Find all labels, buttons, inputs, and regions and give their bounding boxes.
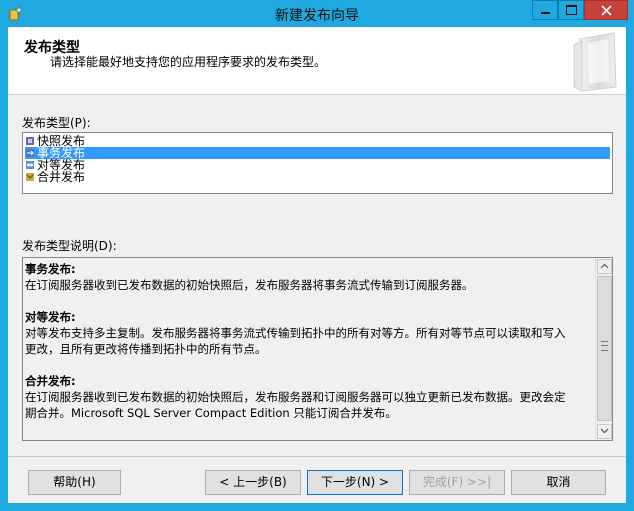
description-label: 发布类型说明(D): xyxy=(22,239,117,253)
cancel-button[interactable]: 取消 xyxy=(511,470,606,495)
section-line: 对等发布支持多主复制。发布服务器将事务流式传输到拓扑中的所有对等方。所有对等节点… xyxy=(25,326,566,340)
chevron-down-icon xyxy=(600,428,609,434)
description-text: 事务发布: 在订阅服务器收到已发布数据的初始快照后，发布服务器将事务流式传输到订… xyxy=(25,261,590,421)
section-heading: 对等发布: xyxy=(25,310,76,324)
publication-type-list[interactable]: 快照发布 事务发布 对等发布 合并发布 xyxy=(22,132,613,194)
minimize-button[interactable] xyxy=(532,0,558,20)
list-item-transactional[interactable]: 事务发布 xyxy=(25,147,610,159)
footer-divider xyxy=(8,456,626,457)
wizard-window: 新建发布向导 发布类型 请选择能最好地支持您的应用程序要求的发布类型。 发布类型… xyxy=(0,0,634,511)
close-button[interactable] xyxy=(584,0,628,20)
grip-icon xyxy=(601,341,608,351)
transactional-publication-icon xyxy=(26,149,34,157)
maximize-button[interactable] xyxy=(558,0,584,20)
peer-to-peer-publication-icon xyxy=(26,161,34,169)
wizard-banner-icon xyxy=(573,32,617,92)
maximize-icon xyxy=(566,5,577,15)
close-icon xyxy=(601,5,612,16)
scroll-up-button[interactable] xyxy=(597,259,612,274)
list-item-peer-to-peer[interactable]: 对等发布 xyxy=(25,159,610,171)
section-heading: 合并发布: xyxy=(25,374,76,388)
wizard-client-area: 发布类型 请选择能最好地支持您的应用程序要求的发布类型。 发布类型(P): 快照… xyxy=(8,27,626,503)
publication-description-box[interactable]: 事务发布: 在订阅服务器收到已发布数据的初始快照后，发布服务器将事务流式传输到订… xyxy=(22,257,613,441)
section-line: 期合并。Microsoft SQL Server Compact Edition… xyxy=(25,406,397,420)
title-bar[interactable]: 新建发布向导 xyxy=(0,0,634,27)
list-item-merge[interactable]: 合并发布 xyxy=(25,171,610,183)
section-line: 在订阅服务器收到已发布数据的初始快照后，发布服务器和订阅服务器可以独立更新已发布… xyxy=(25,390,566,404)
scroll-down-button[interactable] xyxy=(597,424,612,439)
minimize-icon xyxy=(541,12,550,14)
section-line: 更改，且所有更改将传播到拓扑中的所有节点。 xyxy=(25,342,267,356)
chevron-up-icon xyxy=(600,263,609,269)
publication-type-label: 发布类型(P): xyxy=(22,116,91,130)
section-line: 在订阅服务器收到已发布数据的初始快照后，发布服务器将事务流式传输到订阅服务器。 xyxy=(25,278,474,292)
back-button[interactable]: < 上一步(B) xyxy=(205,470,301,495)
next-button[interactable]: 下一步(N) > xyxy=(307,470,403,495)
description-scrollbar[interactable] xyxy=(595,258,612,440)
snapshot-publication-icon xyxy=(26,137,34,145)
scroll-thumb[interactable] xyxy=(597,276,612,421)
wizard-header: 发布类型 请选择能最好地支持您的应用程序要求的发布类型。 xyxy=(8,27,626,95)
list-item-snapshot[interactable]: 快照发布 xyxy=(25,135,610,147)
help-button[interactable]: 帮助(H) xyxy=(28,470,121,495)
section-heading: 事务发布: xyxy=(25,262,76,276)
finish-button[interactable]: 完成(F) >>| xyxy=(409,470,505,495)
page-description: 请选择能最好地支持您的应用程序要求的发布类型。 xyxy=(50,55,327,69)
merge-publication-icon xyxy=(26,173,34,181)
